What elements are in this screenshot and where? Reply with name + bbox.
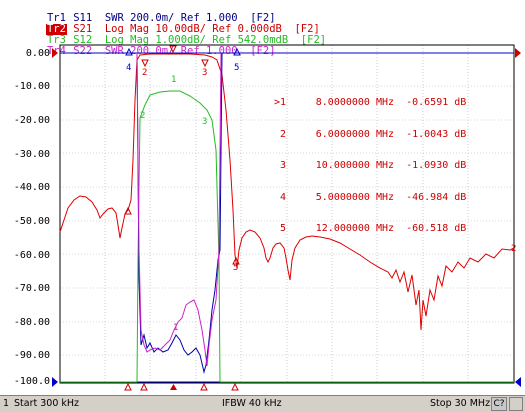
marker-row: >1 8.0000000 MHz -0.6591 dB	[273, 97, 467, 108]
status-indicator	[509, 397, 523, 411]
marker-row: 4 5.0000000 MHz -46.984 dB	[279, 191, 467, 203]
svg-text:2: 2	[511, 244, 516, 254]
marker-row: 2 6.0000000 MHz -1.0043 dB	[279, 128, 467, 140]
ifbw-setting[interactable]: IFBW 40 kHz	[222, 398, 282, 409]
vna-window: Tr1 S11 SWR 200.0m/ Ref 1.000 [F2] Tr2 S…	[0, 0, 525, 412]
bottom-marker-row	[124, 382, 239, 391]
s21-markers: 1 2 3 5 4 5 2 3 1	[124, 45, 241, 333]
svg-text:4: 4	[126, 63, 131, 73]
marker-4-ref	[125, 47, 133, 56]
svg-text:3: 3	[202, 117, 207, 127]
marker-1-triangle	[169, 45, 177, 54]
channel-number[interactable]: 1	[3, 398, 9, 409]
reference-right-arrow-bottom	[515, 377, 521, 387]
marker-4-triangle	[124, 206, 132, 215]
marker-row: 5 12.000000 MHz -60.518 dB	[279, 223, 467, 234]
marker-row: 3 10.000000 MHz -1.0930 dB	[279, 160, 467, 171]
trace-s22	[136, 52, 222, 367]
marker-3-triangle	[201, 59, 209, 68]
svg-text:5: 5	[233, 263, 238, 273]
reference-left-arrow	[52, 48, 58, 58]
start-frequency[interactable]: Start 300 kHz	[14, 398, 79, 409]
svg-text:2: 2	[142, 68, 147, 78]
svg-text:2: 2	[140, 111, 145, 121]
svg-text:1: 1	[171, 75, 176, 85]
reference-left-arrow-bottom	[52, 377, 58, 387]
stop-frequency[interactable]: Stop 30 MHz	[430, 398, 490, 409]
marker-readout-table: >1 8.0000000 MHz -0.6591 dB 2 6.0000000 …	[268, 77, 466, 256]
svg-text:5: 5	[234, 63, 239, 73]
marker-2-triangle	[141, 59, 149, 68]
svg-text:1: 1	[173, 323, 178, 333]
marker-5-ref	[233, 47, 241, 56]
reference-right-arrow	[515, 48, 521, 58]
status-bar: 1 Start 300 kHz IFBW 40 kHz Stop 30 MHz …	[0, 395, 525, 412]
svg-text:3: 3	[202, 68, 207, 78]
channel-status-badge[interactable]: C?	[491, 397, 507, 411]
